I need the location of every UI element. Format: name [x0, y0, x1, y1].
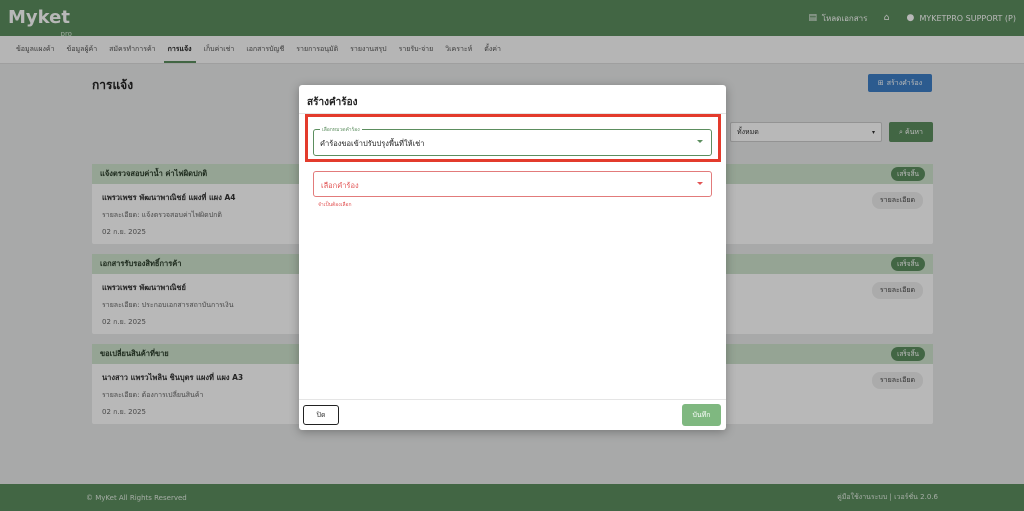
- dialog-title: สร้างคำร้อง: [307, 97, 358, 108]
- request-placeholder: เลือกคำร้อง: [321, 181, 359, 190]
- chevron-down-icon: [697, 182, 703, 185]
- chevron-down-icon: [697, 140, 703, 143]
- create-request-dialog: สร้างคำร้อง เลือกหมวดคำร้อง คำร้องขอเข้า…: [299, 85, 726, 430]
- category-label: เลือกหมวดคำร้อง: [320, 126, 362, 134]
- validation-error: จำเป็นต้องเลือก: [318, 202, 352, 208]
- divider: [299, 399, 726, 400]
- save-button[interactable]: บันทึก: [682, 404, 721, 426]
- close-button[interactable]: ปิด: [303, 405, 339, 425]
- request-category-select[interactable]: เลือกหมวดคำร้อง คำร้องขอเข้าปรับปรุงพื้น…: [313, 126, 712, 156]
- request-type-select[interactable]: เลือกคำร้อง: [313, 171, 712, 197]
- category-value: คำร้องขอเข้าปรับปรุงพื้นที่ให้เช่า: [320, 139, 425, 148]
